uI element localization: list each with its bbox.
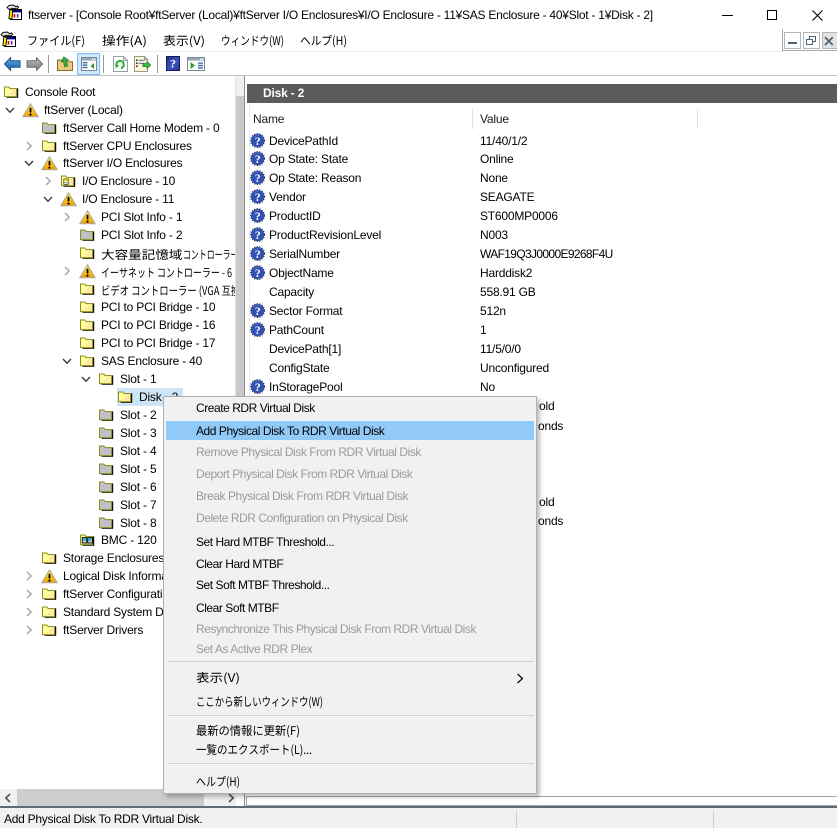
svg-text:?: ? — [255, 152, 261, 166]
svg-text:?: ? — [255, 171, 261, 185]
svg-text:?: ? — [255, 209, 261, 223]
svg-text:?: ? — [255, 304, 261, 318]
svg-text:?: ? — [255, 190, 261, 204]
svg-text:?: ? — [255, 247, 261, 261]
svg-text:?: ? — [255, 266, 261, 280]
svg-text:?: ? — [170, 57, 176, 71]
svg-text:?: ? — [255, 380, 261, 394]
svg-text:?: ? — [255, 228, 261, 242]
svg-text:?: ? — [255, 134, 261, 148]
svg-text:?: ? — [255, 323, 261, 337]
